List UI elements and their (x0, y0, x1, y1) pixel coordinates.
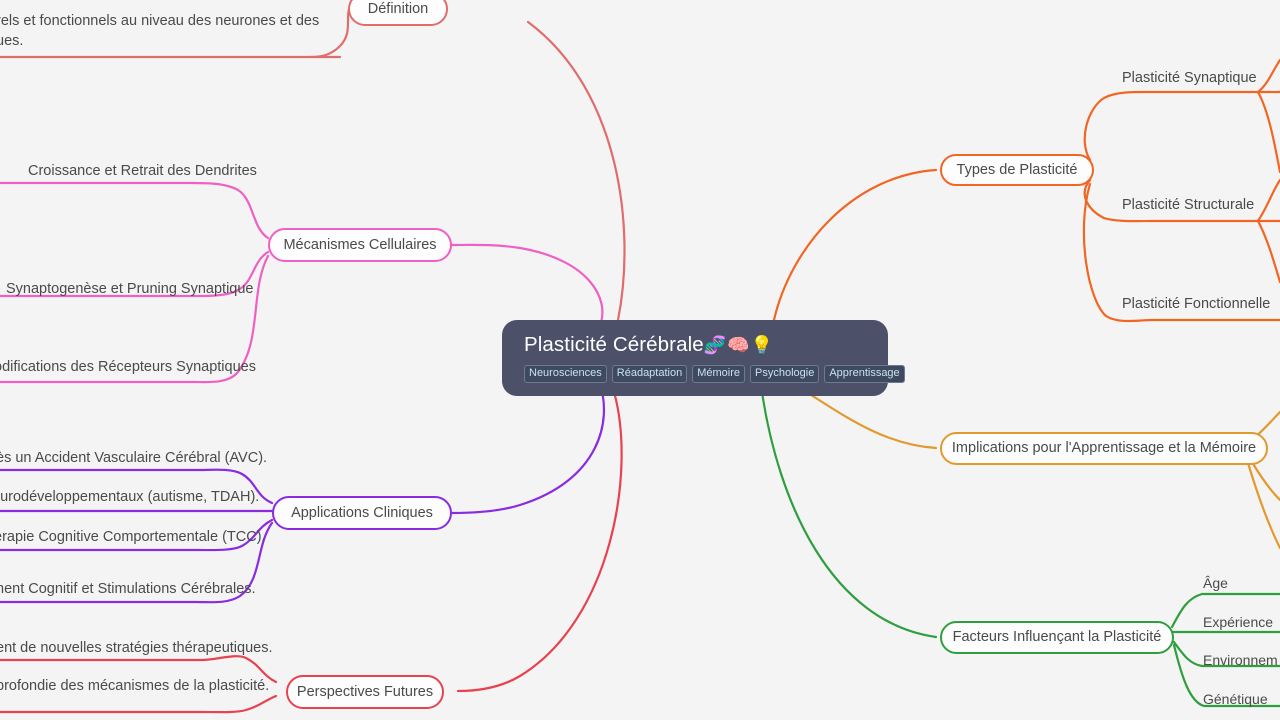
branch-label-mecanismes-cellulaires: Mécanismes Cellulaires (283, 236, 437, 253)
branch-node-perspectives-futures[interactable]: Perspectives Futures (286, 675, 444, 709)
branch-node-facteurs-influencant-la-plasticite[interactable]: Facteurs Influençant la Plasticité (940, 621, 1174, 654)
branch-node-mecanismes-cellulaires[interactable]: Mécanismes Cellulaires (268, 228, 452, 262)
leaf-perspectives-1[interactable]: profondie des mécanismes de la plasticit… (0, 677, 269, 695)
branch-node-definition[interactable]: Définition (348, 0, 448, 26)
leaf-applications-3[interactable]: ment Cognitif et Stimulations Cérébrales… (0, 580, 256, 598)
link-mecanismes-child-0 (0, 181, 270, 240)
link-implications-stub-1 (1250, 460, 1280, 502)
tag-memoire[interactable]: Mémoire (692, 365, 746, 383)
link-root-definition (526, 20, 626, 322)
link-types-grandchild-0a (1256, 58, 1280, 94)
link-types-child-0 (1083, 90, 1280, 162)
link-types-grandchild-1a (1256, 178, 1280, 223)
branch-label-definition: Définition (367, 0, 429, 17)
branch-label-implications-apprentissage-memoire: Implications pour l'Apprentissage et la … (951, 440, 1257, 456)
branch-node-implications-apprentissage-memoire[interactable]: Implications pour l'Apprentissage et la … (940, 432, 1268, 465)
tag-readaptation[interactable]: Réadaptation (611, 365, 688, 383)
mindmap-canvas: Plasticité Cérébrale🧬🧠💡 Neurosciences Ré… (0, 0, 1280, 720)
root-tag-list: Neurosciences Réadaptation Mémoire Psych… (524, 365, 905, 383)
tag-neurosciences[interactable]: Neurosciences (524, 365, 607, 383)
link-root-applications (450, 383, 606, 515)
leaf-types-2[interactable]: Plasticité Fonctionnelle (1122, 295, 1270, 313)
leaf-perspectives-0[interactable]: ent de nouvelles stratégies thérapeutiqu… (0, 639, 273, 657)
leaf-applications-2[interactable]: érapie Cognitive Comportementale (TCC). (0, 528, 266, 546)
link-root-mecanismes (450, 243, 604, 327)
leaf-types-1[interactable]: Plasticité Structurale (1122, 196, 1254, 214)
leaf-mecanismes-0[interactable]: Croissance et Retrait des Dendrites (28, 162, 257, 180)
leaf-definition-1[interactable]: ues. (0, 32, 23, 50)
leaf-facteurs-2[interactable]: Environnem (1203, 651, 1278, 669)
branch-node-applications-cliniques[interactable]: Applications Cliniques (272, 496, 452, 530)
link-implications-stub-2 (1246, 461, 1280, 550)
leaf-mecanismes-2[interactable]: odifications des Récepteurs Synaptiques (0, 358, 256, 376)
link-perspectives-child-1 (0, 694, 278, 714)
link-types-grandchild-0b (1256, 90, 1280, 174)
root-title-emojis: 🧬🧠💡 (703, 335, 774, 355)
branch-label-facteurs-influencant-la-plasticite: Facteurs Influençant la Plasticité (952, 629, 1162, 645)
branch-node-types-de-plasticite[interactable]: Types de Plasticité (940, 154, 1094, 186)
branch-label-applications-cliniques: Applications Cliniques (291, 504, 433, 521)
branch-label-perspectives-futures: Perspectives Futures (296, 683, 434, 700)
branch-label-types-de-plasticite: Types de Plasticité (956, 161, 1078, 178)
tag-apprentissage[interactable]: Apprentissage (824, 365, 905, 383)
leaf-facteurs-0[interactable]: Âge (1203, 574, 1228, 592)
leaf-facteurs-1[interactable]: Expérience (1203, 613, 1273, 631)
root-title-text: Plasticité Cérébrale (524, 333, 704, 356)
leaf-applications-0[interactable]: ès un Accident Vasculaire Cérébral (AVC)… (0, 449, 267, 467)
link-types-grandchild-1b (1256, 219, 1280, 284)
link-root-perspectives (456, 390, 623, 693)
tag-psychologie[interactable]: Psychologie (750, 365, 820, 383)
leaf-applications-1[interactable]: eurodéveloppementaux (autisme, TDAH). (0, 488, 259, 506)
leaf-facteurs-3[interactable]: Génétique (1203, 690, 1268, 708)
link-root-types (772, 168, 938, 322)
leaf-types-0[interactable]: Plasticité Synaptique (1122, 69, 1257, 87)
leaf-mecanismes-1[interactable]: Synaptogenèse et Pruning Synaptique (6, 280, 254, 298)
link-root-facteurs (760, 390, 938, 639)
root-node[interactable]: Plasticité Cérébrale🧬🧠💡 Neurosciences Ré… (502, 320, 905, 396)
leaf-definition-0[interactable]: rels et fonctionnels au niveau des neuro… (0, 12, 319, 30)
root-title: Plasticité Cérébrale🧬🧠💡 (524, 332, 866, 358)
